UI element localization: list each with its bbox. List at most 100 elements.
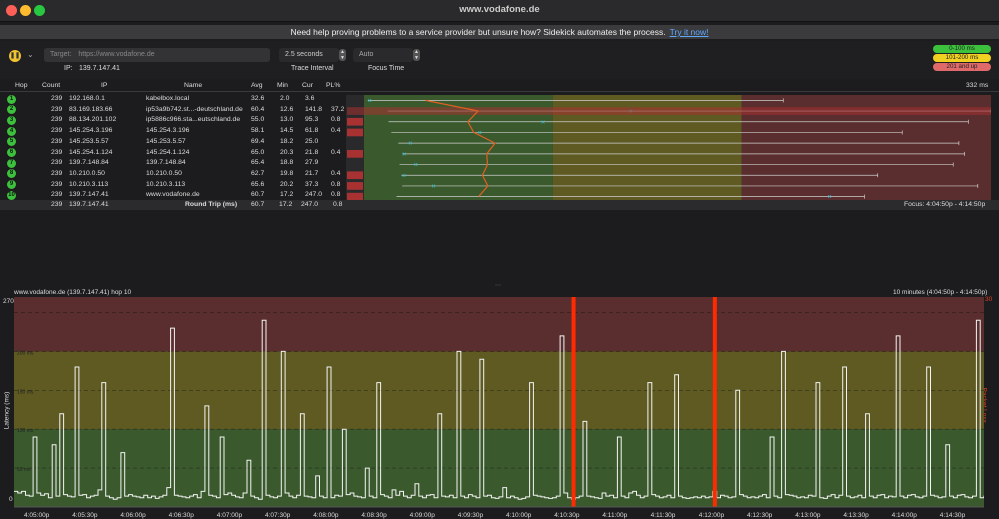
cell-cur: 95.3 <box>305 116 319 124</box>
cell-cur: 3.6 <box>305 95 315 102</box>
cell-name: 139.7.148.84 <box>146 159 186 167</box>
loss-bar <box>347 171 363 180</box>
trace-table: ×××××××××× 1239192.168.0.1kabelbox.local… <box>0 94 999 202</box>
cell-ip: 88.134.201.102 <box>69 116 117 124</box>
cell-count: 239 <box>51 159 63 167</box>
cell-name: 145.254.1.124 <box>146 148 190 156</box>
window-title: www.vodafone.de <box>459 4 540 15</box>
target-field[interactable]: Target: https://www.vodafone.de <box>44 48 270 62</box>
col-cur[interactable]: Cur <box>302 82 313 89</box>
cell-cur: 247.0 <box>305 191 323 199</box>
band-2 <box>14 297 984 352</box>
empty-area <box>0 210 999 288</box>
cell-count: 239 <box>51 180 63 188</box>
table-row[interactable]: 6 239 145.254.1.124 145.254.1.124 65.0 20.3 21… <box>0 148 346 159</box>
cell-ip: 145.254.3.196 <box>69 127 113 135</box>
x-tick-label: 4:11:30p <box>651 512 676 519</box>
hop-badge: 3 <box>7 115 16 125</box>
hop-badge: 5 <box>7 137 16 147</box>
band-label: 150 ms <box>17 389 34 395</box>
y-axis-label: Latency (ms) <box>3 391 11 430</box>
table-row[interactable]: 9 239 10.210.3.113 10.210.3.113 65.6 20.2 37.3… <box>0 180 346 191</box>
cur-marker: × <box>402 151 406 158</box>
cell-pl: 37.2 <box>331 105 345 113</box>
band-label: 50 ms <box>17 467 31 473</box>
cell-min: 20.3 <box>280 148 294 156</box>
table-row[interactable]: 4 239 145.254.3.196 145.254.3.196 58.1 14.5 61… <box>0 126 346 137</box>
cell-avg: 65.6 <box>251 180 265 188</box>
y-axis-top: 270 <box>3 298 14 305</box>
cell-avg: 58.1 <box>251 127 265 135</box>
pause-button[interactable]: ❚❚ <box>9 50 21 62</box>
round-trip-row: 239 139.7.147.41 Round Trip (ms) 60.7 17… <box>0 200 999 210</box>
hop-badge: 6 <box>7 148 16 157</box>
footer-avg: 60.7 <box>251 201 265 208</box>
cell-cur: 21.7 <box>305 169 319 177</box>
cell-name: ip53a9b742.st...-deutschland.de <box>146 105 243 113</box>
table-row[interactable]: 3 239 88.134.201.102 ip5886c966.sta...eutsc… <box>0 115 346 126</box>
cell-pl: 0.4 <box>331 127 341 135</box>
x-tick-label: 4:06:00p <box>120 512 146 519</box>
table-row[interactable]: 2 239 83.169.183.66 ip53a9b742.st...-deutsc… <box>0 105 346 116</box>
table-row[interactable]: 5 239 145.253.5.57 145.253.5.57 69.4 18.2 25.0 <box>0 137 346 148</box>
table-row[interactable]: 8 239 10.210.0.50 10.210.0.50 62.7 19.8 21.7 0.… <box>0 169 346 180</box>
col-hop[interactable]: Hop <box>15 82 27 89</box>
x-tick-label: 4:11:00p <box>602 512 627 519</box>
x-tick-label: 4:13:00p <box>795 512 821 519</box>
cell-min: 14.5 <box>280 127 294 135</box>
cell-avg: 60.4 <box>251 105 265 113</box>
cell-pl: 0.4 <box>331 148 341 156</box>
cell-min: 17.2 <box>280 191 294 199</box>
col-min[interactable]: Min <box>277 82 288 89</box>
col-avg[interactable]: Avg <box>251 82 263 89</box>
cell-avg: 69.4 <box>251 137 265 145</box>
ip-label: IP: <box>64 65 73 72</box>
cell-name: 10.210.3.113 <box>146 180 186 188</box>
packet-loss-marker <box>712 297 717 507</box>
footer-ip: 139.7.147.41 <box>69 201 109 208</box>
loss-bar <box>347 182 363 190</box>
cell-avg: 65.4 <box>251 159 265 167</box>
cell-ip: 10.210.0.50 <box>69 169 105 177</box>
x-tick-label: 4:10:30p <box>554 512 580 519</box>
split-handle-icon[interactable]: ⋯ <box>495 282 501 289</box>
col-ip[interactable]: IP <box>101 82 107 89</box>
banner-link[interactable]: Try it now! <box>670 27 709 37</box>
trace-interval-select[interactable]: 2.5 seconds <box>279 48 339 62</box>
col-pl[interactable]: PL% <box>326 82 340 89</box>
x-tick-label: 4:09:30p <box>458 512 484 519</box>
cell-count: 239 <box>51 191 63 199</box>
cell-pl: 0.8 <box>331 116 341 124</box>
table-row[interactable]: 7 239 139.7.148.84 139.7.148.84 65.4 18.8 27.9 <box>0 158 346 169</box>
cell-name: www.vodafone.de <box>146 191 200 199</box>
hop-badge: 8 <box>7 169 16 179</box>
y-axis-right-top: 30 <box>985 296 993 303</box>
cur-marker: × <box>431 183 435 190</box>
x-tick-label: 4:14:00p <box>892 512 918 519</box>
cell-ip: 83.169.183.66 <box>69 105 113 113</box>
x-tick-label: 4:13:30p <box>843 512 869 519</box>
timeline-range: 10 minutes (4:04:50p - 4:14:50p) <box>893 289 988 296</box>
cell-count: 239 <box>51 105 63 113</box>
footer-cur: 247.0 <box>301 201 319 208</box>
loss-bar <box>347 107 991 115</box>
focus-time-stepper[interactable]: ▲ ▼ <box>413 49 420 61</box>
band-label: 200 ms <box>17 350 34 356</box>
x-tick-label: 4:06:30p <box>169 512 195 519</box>
cell-avg: 65.0 <box>251 148 265 156</box>
cell-ip: 145.253.5.57 <box>69 137 109 145</box>
cell-name: kabelbox.local <box>146 95 190 102</box>
focus-time-label: Focus Time <box>368 65 405 72</box>
col-count[interactable]: Count <box>42 82 60 89</box>
cell-min: 18.8 <box>280 159 294 167</box>
x-tick-label: 4:10:00p <box>506 512 532 519</box>
table-row[interactable]: 1 239 192.168.0.1 kabelbox.local 32.6 2.0 3.6 <box>0 94 346 105</box>
focus-time-select[interactable]: Auto <box>353 48 413 62</box>
packet-loss-marker <box>571 297 576 507</box>
cell-ip: 145.254.1.124 <box>69 148 113 156</box>
trace-interval-stepper[interactable]: ▲ ▼ <box>339 49 346 61</box>
cell-name: 10.210.0.50 <box>146 169 182 177</box>
col-name[interactable]: Name <box>184 82 202 89</box>
chevron-down-icon[interactable]: ⌄ <box>27 50 34 59</box>
max-readout: 332 ms <box>966 82 989 89</box>
